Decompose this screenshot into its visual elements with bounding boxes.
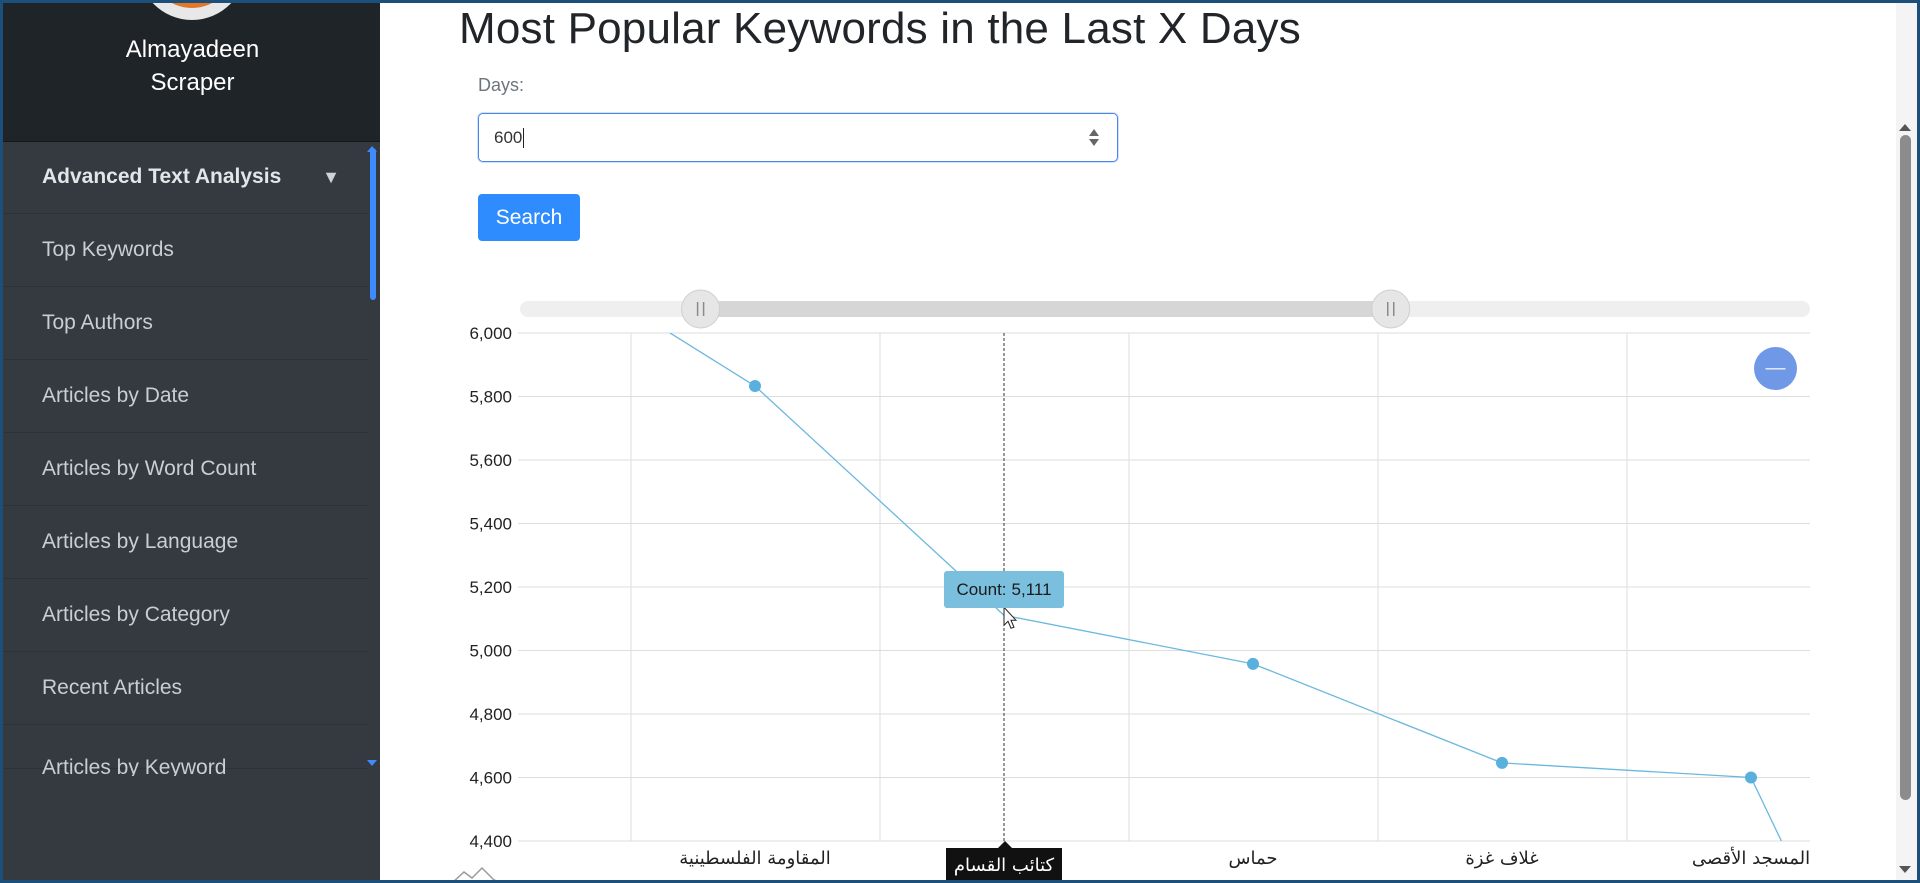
data-point: [749, 380, 761, 393]
range-slider-selection: [700, 301, 1391, 317]
minus-icon: —: [1765, 357, 1786, 379]
y-tick-label: 5,200: [469, 578, 512, 597]
x-tick-label: غلاف غزة: [1465, 848, 1538, 869]
y-tick-label: 4,800: [469, 705, 512, 724]
y-tick-label: 6,000: [469, 324, 512, 343]
y-tick-label: 5,400: [469, 515, 512, 534]
range-slider-start-handle[interactable]: [681, 289, 721, 329]
x-tick-label: المقاومة الفلسطينية: [679, 848, 831, 869]
range-slider-end-handle[interactable]: [1371, 289, 1411, 329]
count-tooltip: Count: 5,111: [944, 571, 1064, 608]
mountain-icon: [452, 866, 504, 883]
mouse-cursor-icon: [1003, 605, 1018, 629]
page-scroll-up-icon[interactable]: [1899, 124, 1911, 131]
series-line: [668, 333, 1783, 841]
y-tick-label: 5,800: [469, 388, 512, 407]
line-chart: 6,000 5,800 5,600 5,400 5,200 5,000 4,800 4,600…: [469, 289, 1810, 869]
tooltip-label: Count:: [956, 579, 1007, 599]
reset-zoom-button[interactable]: —: [1754, 347, 1797, 390]
y-tick-label: 5,600: [469, 451, 512, 470]
tooltip-value: 5,111: [1011, 579, 1052, 599]
data-point: [1745, 771, 1757, 784]
x-tick-label: المسجد الأقصى: [1692, 847, 1810, 869]
page-scrollbar-thumb[interactable]: [1900, 135, 1911, 800]
y-tick-label: 4,400: [469, 832, 512, 851]
y-tick-label: 4,600: [469, 769, 512, 788]
data-point: [1496, 756, 1508, 769]
x-tick-label: حماس: [1229, 848, 1278, 869]
y-tick-label: 5,000: [469, 642, 512, 661]
data-point: [1247, 657, 1259, 670]
category-tooltip: كتائب القسام: [946, 841, 1062, 883]
page-scroll-down-icon[interactable]: [1899, 866, 1911, 873]
